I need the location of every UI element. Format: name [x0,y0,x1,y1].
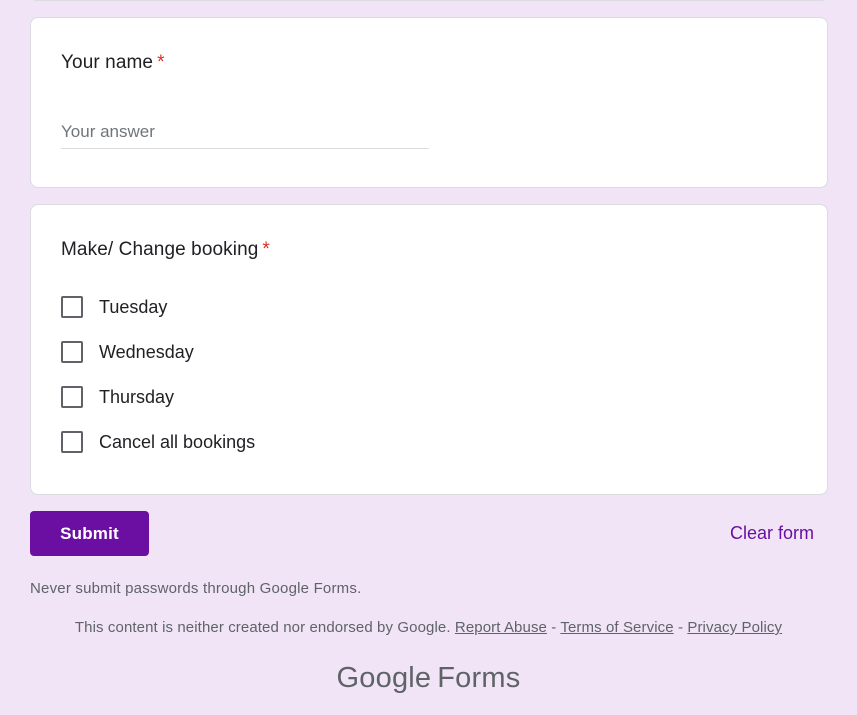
forms-wordmark: Forms [437,662,521,694]
name-question-card: Your name * [30,17,828,188]
privacy-policy-link[interactable]: Privacy Policy [687,619,782,636]
option-label: Tuesday [99,296,168,317]
option-label: Thursday [99,386,175,407]
name-question-title: Your name * [61,52,165,74]
option-label: Wednesday [99,341,194,362]
password-warning: Never submit passwords through Google Fo… [30,580,362,597]
booking-question-title: Make/ Change booking * [61,239,270,261]
footer-separator: - [677,619,684,636]
option-thursday[interactable]: Thursday [61,384,174,410]
checkbox-cancel-all[interactable] [61,431,83,453]
booking-question-card: Make/ Change booking * Tuesday Wednesday … [30,204,828,495]
report-abuse-link[interactable]: Report Abuse [455,619,547,636]
clear-form-button[interactable]: Clear form [718,516,826,550]
booking-question-label: Make/ Change booking [61,239,259,260]
checkbox-tuesday[interactable] [61,296,83,318]
required-asterisk: * [157,52,165,73]
previous-question-card [30,0,828,1]
option-label: Cancel all bookings [99,431,256,452]
google-wordmark: Google [336,662,432,694]
footer-separator: - [551,619,557,636]
option-cancel-all[interactable]: Cancel all bookings [61,429,255,455]
terms-of-service-link[interactable]: Terms of Service [560,619,673,636]
footer-disclaimer: This content is neither created nor endo… [0,619,857,636]
option-wednesday[interactable]: Wednesday [61,339,194,365]
submit-button[interactable]: Submit [30,511,149,556]
name-question-label: Your name [61,52,154,73]
name-answer-input[interactable] [61,116,429,149]
disclaimer-text: This content is neither created nor endo… [74,619,451,636]
option-tuesday[interactable]: Tuesday [61,294,167,320]
checkbox-thursday[interactable] [61,386,83,408]
google-forms-logo[interactable]: Google Forms [0,662,857,695]
checkbox-wednesday[interactable] [61,341,83,363]
required-asterisk: * [262,239,270,260]
